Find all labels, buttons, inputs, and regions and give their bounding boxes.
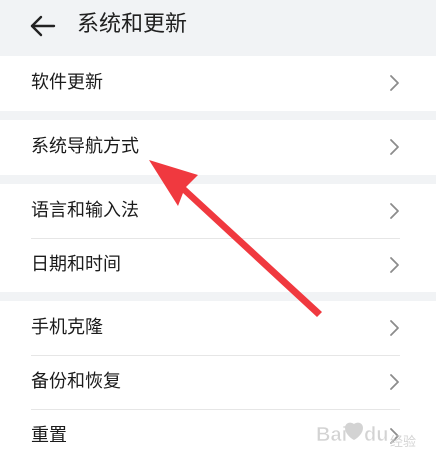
page-title: 系统和更新 [77, 12, 188, 37]
settings-group-3: 语言和输入法 日期和时间 [0, 184, 436, 292]
settings-group-1: 软件更新 [0, 56, 436, 111]
list-item-label: 系统导航方式 [31, 136, 139, 157]
list-item-backup-restore[interactable]: 备份和恢复 [0, 355, 436, 409]
arrow-left-icon [30, 15, 56, 37]
settings-group-2: 系统导航方式 [0, 120, 436, 175]
list-item-language-input[interactable]: 语言和输入法 [0, 184, 436, 238]
chevron-right-icon [388, 373, 400, 391]
chevron-right-icon [388, 427, 400, 445]
list-item-label: 手机克隆 [31, 317, 103, 338]
list-item-date-time[interactable]: 日期和时间 [0, 238, 436, 292]
chevron-right-icon [388, 202, 400, 220]
settings-group-4: 手机克隆 备份和恢复 重置 [0, 301, 436, 466]
list-item-label: 日期和时间 [31, 254, 121, 275]
list-item-reset[interactable]: 重置 [0, 409, 436, 463]
list-item-label: 软件更新 [31, 72, 103, 93]
chevron-right-icon [388, 319, 400, 337]
list-item-system-navigation[interactable]: 系统导航方式 [0, 120, 436, 174]
list-item-software-update[interactable]: 软件更新 [0, 56, 436, 110]
chevron-right-icon [388, 256, 400, 274]
chevron-right-icon [388, 138, 400, 156]
list-item-label: 重置 [31, 425, 67, 446]
list-item-label: 语言和输入法 [31, 200, 139, 221]
list-item-label: 备份和恢复 [31, 371, 121, 392]
title-bar: 系统和更新 [0, 0, 436, 56]
list-item-phone-clone[interactable]: 手机克隆 [0, 301, 436, 355]
back-button[interactable] [28, 11, 58, 41]
chevron-right-icon [388, 74, 400, 92]
